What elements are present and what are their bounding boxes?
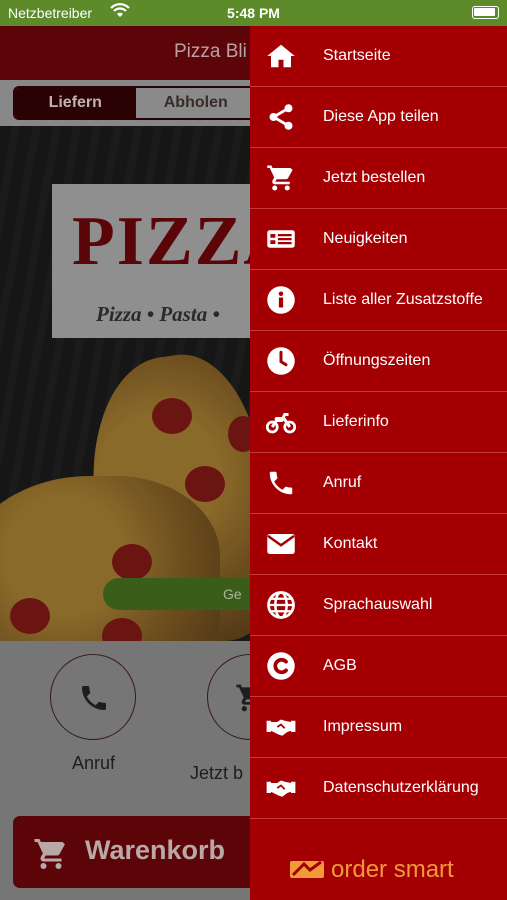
clock-icon — [267, 347, 295, 375]
menu-item-label: Sprachauswahl — [323, 596, 433, 613]
handshake-icon — [266, 780, 296, 797]
menu-item-label: Diese App teilen — [323, 108, 439, 125]
copyright-icon — [267, 652, 295, 680]
news-icon — [267, 230, 295, 248]
battery-icon — [472, 6, 499, 19]
page-title: Pizza Bli — [174, 41, 247, 62]
phone-icon — [82, 686, 106, 710]
status-bar: Netzbetreiber 5:48 PM — [0, 0, 507, 26]
menu-item-news[interactable]: Neuigkeiten — [250, 209, 507, 270]
menu-item-language[interactable]: Sprachauswahl — [250, 575, 507, 636]
info-icon — [267, 286, 295, 314]
menu-item-additives[interactable]: Liste aller Zusatzstoffe — [250, 270, 507, 331]
menu-item-label: Kontakt — [323, 535, 378, 552]
delivery-mode-toggle: Liefern Abholen — [13, 86, 258, 120]
order-now-label: Jetzt b — [190, 763, 244, 783]
menu-item-label: Öffnungszeiten — [323, 352, 431, 369]
menu-item-home[interactable]: Startseite — [250, 26, 507, 87]
tab-deliver[interactable]: Liefern — [15, 88, 136, 118]
menu-item-imprint[interactable]: Impressum — [250, 697, 507, 758]
menu-item-opening-hours[interactable]: Öffnungszeiten — [250, 331, 507, 392]
menu-item-order-now[interactable]: Jetzt bestellen — [250, 148, 507, 209]
menu-item-privacy[interactable]: Datenschutzerklärung — [250, 758, 507, 819]
menu-item-label: Startseite — [323, 47, 391, 64]
cart-label: Warenkorb — [85, 835, 226, 865]
tab-pickup[interactable]: Abholen — [135, 88, 256, 118]
home-icon — [267, 44, 295, 68]
globe-icon — [267, 591, 295, 619]
menu-item-share[interactable]: Diese App teilen — [250, 87, 507, 148]
pepperoni — [185, 466, 225, 502]
share-icon — [269, 104, 293, 130]
menu-item-label: AGB — [323, 657, 357, 674]
menu-item-label: Anruf — [323, 474, 362, 491]
phone-icon — [269, 471, 293, 495]
menu-item-label: Liste aller Zusatzstoffe — [323, 291, 483, 308]
logo-subtitle: Pizza • Pasta • — [96, 302, 220, 326]
handshake-icon — [266, 719, 296, 736]
menu-item-label: Jetzt bestellen — [323, 169, 426, 186]
pepperoni — [10, 598, 50, 634]
menu-item-call[interactable]: Anruf — [250, 453, 507, 514]
order-smart-logo-icon — [290, 860, 324, 878]
menu-item-label: Datenschutzerklärung — [323, 779, 479, 796]
call-button[interactable] — [50, 654, 136, 740]
menu-item-label: Neuigkeiten — [323, 230, 408, 247]
menu-item-label: Lieferinfo — [323, 413, 389, 430]
call-label: Anruf — [72, 753, 116, 773]
navigation-drawer: Startseite Diese App teilen Jetzt bestel… — [250, 26, 507, 900]
menu-item-contact[interactable]: Kontakt — [250, 514, 507, 575]
envelope-icon — [267, 534, 295, 554]
status-time: 5:48 PM — [227, 5, 280, 21]
pepperoni — [112, 544, 152, 580]
motorcycle-icon — [266, 413, 296, 434]
cart-icon — [34, 839, 65, 869]
menu-item-terms[interactable]: AGB — [250, 636, 507, 697]
brand-name: order smart — [331, 856, 454, 883]
pepperoni — [152, 398, 192, 434]
cart-icon — [267, 165, 293, 191]
menu-item-delivery-info[interactable]: Lieferinfo — [250, 392, 507, 453]
menu-item-label: Impressum — [323, 718, 403, 735]
